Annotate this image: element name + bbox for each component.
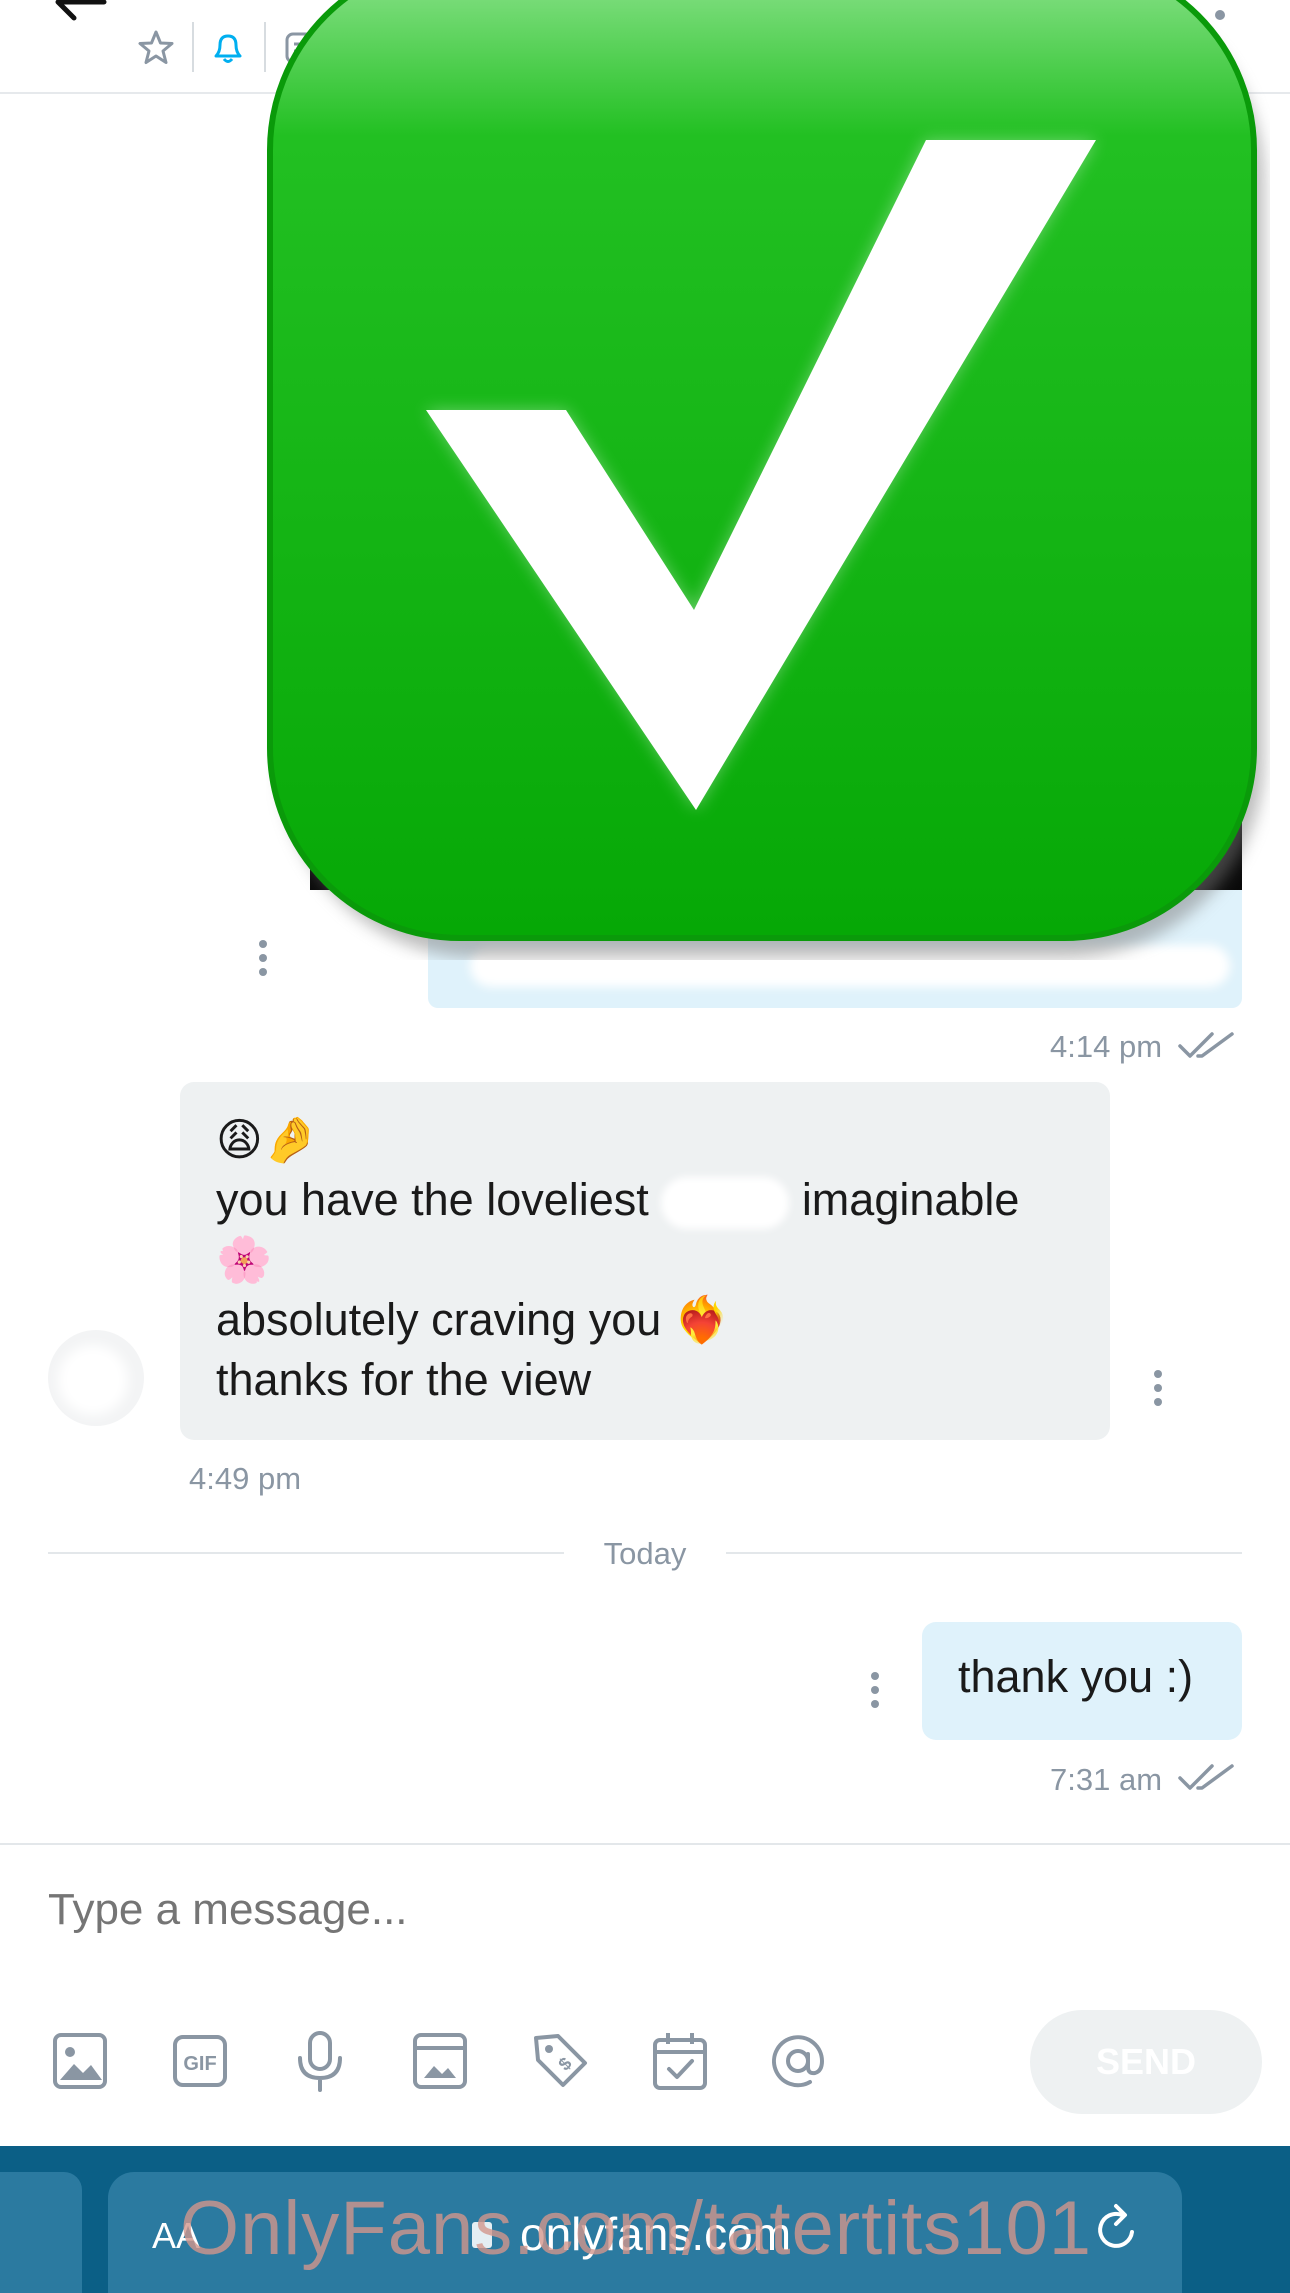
message-line: 🌸 [216,1234,273,1285]
svg-text:GIF: GIF [183,2053,216,2075]
composer-divider [0,1843,1290,1845]
price-tag-icon[interactable]: $ [532,2030,588,2092]
star-icon[interactable] [136,28,176,68]
date-divider-label: Today [603,1536,687,1571]
message-text-part: you have the loveliest [216,1174,649,1225]
double-check-icon [1178,1764,1234,1790]
microphone-icon[interactable] [292,2030,348,2092]
message-options-icon[interactable] [870,1672,880,1712]
image-icon[interactable] [52,2030,108,2092]
send-button[interactable]: SEND [1030,2010,1262,2114]
watermark: OnlyFans.com/tatertits101 [180,2186,1093,2271]
message-time: 7:31 am [1050,1762,1163,1797]
reload-icon[interactable] [1092,2202,1142,2256]
green-checkmark-icon [267,0,1264,958]
message-line: you have the loveliest imaginable [216,1170,1096,1230]
avatar-redaction [58,1345,128,1415]
gif-icon[interactable]: GIF [172,2030,228,2092]
divider-line [48,1552,564,1554]
arrow-left-icon[interactable] [50,0,110,32]
sent-message-text: thank you :) [958,1651,1194,1702]
message-line: 😩🤌 [216,1114,319,1165]
tabs-button[interactable] [0,2172,82,2293]
message-line: absolutely craving you ❤️‍🔥 [216,1294,730,1345]
double-check-icon [1178,1032,1234,1058]
divider-line [726,1552,1242,1554]
bell-icon[interactable] [208,28,248,68]
message-time: 4:14 pm [1050,1029,1163,1064]
vault-icon[interactable] [412,2030,468,2092]
redacted-word [661,1177,790,1230]
message-input[interactable] [48,1880,1228,1940]
message-time: 4:49 pm [189,1461,302,1496]
message-options-icon[interactable] [258,940,268,980]
message-line: thanks for the view [216,1354,592,1405]
svg-text:$: $ [554,2053,575,2074]
message-options-icon[interactable] [1153,1370,1163,1410]
mention-icon[interactable] [770,2030,826,2092]
toolbar-separator [192,22,194,72]
message-text-part: imaginable [801,1174,1020,1225]
calendar-icon[interactable] [652,2030,708,2092]
received-message-text: 😩🤌 you have the loveliest imaginable 🌸 a… [216,1110,1096,1410]
